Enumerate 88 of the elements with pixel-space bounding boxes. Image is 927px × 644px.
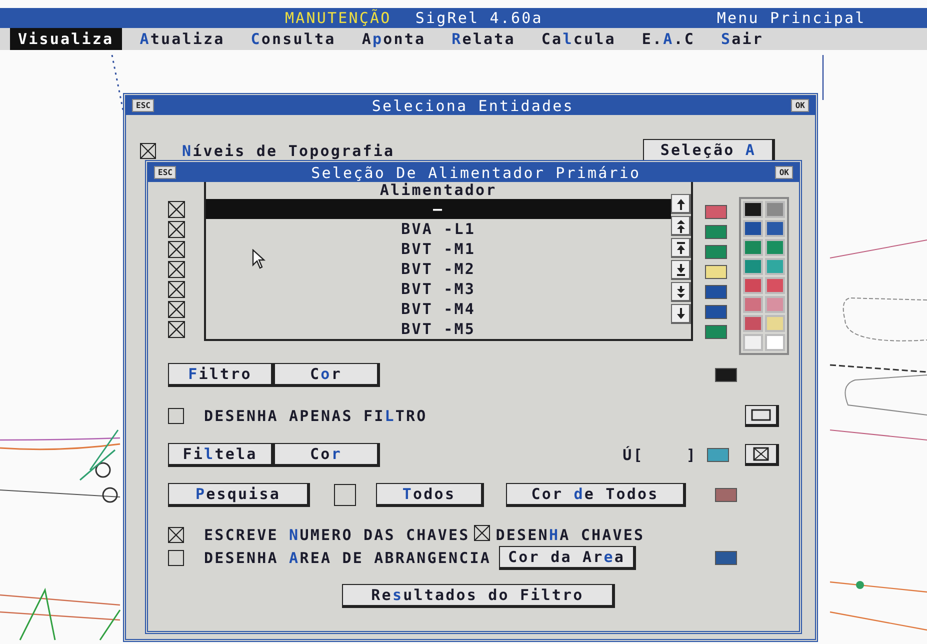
menu-item[interactable]: Aponta [354,28,434,50]
column-header: Alimentador [378,182,498,199]
palette-color[interactable] [743,220,763,237]
menu-item[interactable]: Calcula [533,28,624,50]
color-swatch[interactable] [705,245,727,259]
dialog-title: Seleção De Alimentador Primário [311,164,641,182]
menu-item[interactable]: E.A.C [634,28,704,50]
menu-item[interactable]: Visualiza [10,28,122,50]
palette-color[interactable] [743,201,763,218]
escape-button[interactable]: ESC [132,99,154,112]
checkbox[interactable] [334,484,356,506]
color-swatch[interactable] [705,285,727,299]
range-text: Ú[ ] [622,446,697,464]
color-swatch[interactable] [707,448,729,462]
app-title: SigRel 4.60a [415,9,543,27]
list-item[interactable]: BVA -L1 [206,219,671,239]
palette-color[interactable] [743,258,763,275]
color-swatch[interactable] [705,325,727,339]
color-swatch[interactable] [715,551,737,565]
scroll-button[interactable] [671,194,691,214]
checkbox[interactable] [168,321,185,338]
search-button[interactable]: Pesquisa [168,483,310,507]
palette-color[interactable] [765,277,785,294]
palette-color[interactable] [743,334,763,351]
mode-label: MANUTENÇÃO [285,9,392,27]
checkbox[interactable] [140,143,156,159]
list-item[interactable]: – [206,199,671,219]
escape-button[interactable]: ESC [154,166,176,179]
filter-button[interactable]: Filtro [168,363,274,387]
palette-color[interactable] [743,239,763,256]
filtela-button[interactable]: Filtela [168,443,274,467]
results-button[interactable]: Resultados do Filtro [342,584,615,608]
color-swatch[interactable] [705,265,727,279]
checkbox[interactable] [168,241,185,258]
ok-button[interactable]: OK [791,99,809,112]
scroll-button[interactable] [671,216,691,236]
menu-item[interactable]: Sair [713,28,772,50]
dialog-title: Seleciona Entidades [372,96,574,114]
palette-color[interactable] [743,277,763,294]
checkbox[interactable] [168,301,185,318]
area-color-button[interactable]: Cor da Area [499,546,636,570]
checkbox[interactable] [168,201,185,218]
scroll-button[interactable] [671,282,691,302]
cross-box-button[interactable] [745,444,779,466]
all-button[interactable]: Todos [376,483,484,507]
menu-title: Menu Principal [716,9,866,27]
checkbox-label: DESENHA AREA DE ABRANGENCIA [204,549,492,567]
menu-item[interactable]: Atualiza [132,28,233,50]
color-swatch[interactable] [705,205,727,219]
checkbox[interactable] [168,526,184,542]
menu-item[interactable]: Consulta [242,28,344,50]
palette-color[interactable] [765,334,785,351]
palette-color[interactable] [765,296,785,313]
cross-box-icon [753,447,769,461]
frame-button[interactable] [745,405,779,427]
list-item[interactable]: BVT -M1 [206,239,671,259]
checkbox[interactable] [168,408,184,424]
ok-button[interactable]: OK [775,166,793,179]
checkbox-label: ESCREVE NUMERO DAS CHAVES [204,526,470,544]
color-swatch[interactable] [705,305,727,319]
palette-color[interactable] [743,315,763,332]
list-item[interactable]: BVT -M2 [206,259,671,279]
palette-color[interactable] [765,239,785,256]
color-swatch[interactable] [715,488,737,502]
list-item[interactable]: BVT -M3 [206,279,671,299]
cursor-icon [252,249,266,269]
checkbox[interactable] [168,281,185,298]
all-color-button[interactable]: Cor de Todos [506,483,686,507]
color-swatch[interactable] [705,225,727,239]
color-swatch[interactable] [715,368,737,382]
checkbox[interactable] [168,261,185,278]
checkbox-label: DESENHA CHAVES [496,526,645,544]
checkbox-label: Níveis de Topografia [182,142,395,160]
scroll-button[interactable] [671,304,691,324]
palette-color[interactable] [765,220,785,237]
checkbox[interactable] [474,525,490,541]
list-item[interactable]: BVT -M5 [206,319,671,339]
menu-item[interactable]: Relata [444,28,524,50]
palette-color[interactable] [743,296,763,313]
palette-color[interactable] [765,315,785,332]
checkbox[interactable] [168,550,184,566]
palette-color[interactable] [765,258,785,275]
scroll-button[interactable] [671,238,691,258]
palette-color[interactable] [765,201,785,218]
list-item[interactable]: BVT -M4 [206,299,671,319]
rectangle-icon [751,409,771,421]
scroll-button[interactable] [671,260,691,280]
checkbox[interactable] [168,221,185,238]
